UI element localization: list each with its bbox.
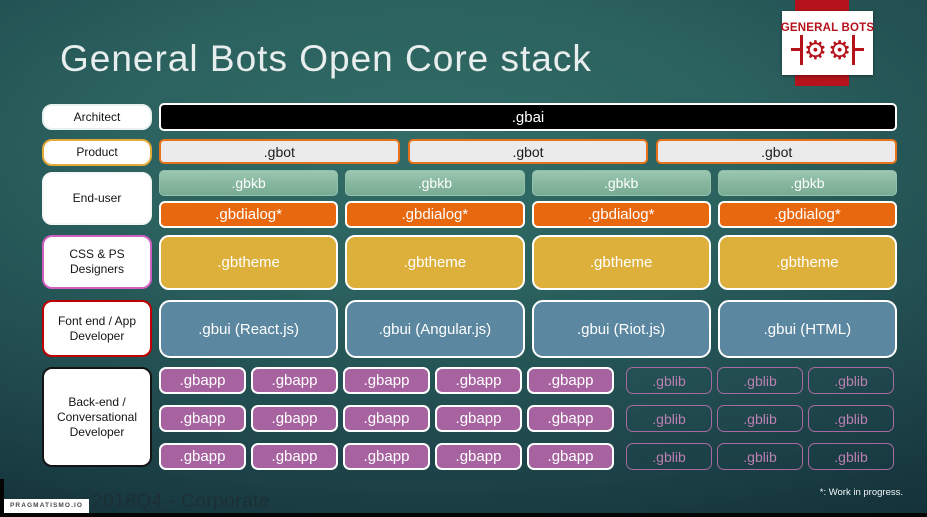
gbkb-box: .gbkb — [531, 170, 711, 196]
gbtheme-box: .gbtheme — [531, 235, 711, 290]
label-end-user: End-user — [42, 172, 152, 225]
gbdialog-box: .gbdialog* — [159, 201, 339, 228]
gbapp-box: .gbapp — [343, 405, 430, 432]
work-in-progress-note: *: Work in progress. — [819, 487, 903, 498]
row-gbkb: .gbkb .gbkb .gbkb .gbkb — [159, 170, 897, 196]
gbtheme-box: .gbtheme — [717, 235, 897, 290]
gbtheme-box: .gbtheme — [159, 235, 339, 290]
gbot-box: .gbot — [656, 139, 898, 164]
gbapp-box: .gbapp — [527, 405, 614, 432]
gbui-riot-box: .gbui (Riot.js) — [531, 300, 711, 358]
gblib-box: .gblib — [808, 367, 894, 394]
gear-icon: ⚙ — [803, 34, 827, 65]
row-backend-3: .gbapp .gbapp .gbapp .gbapp .gbapp .gbli… — [159, 443, 897, 470]
gbot-box: .gbot — [407, 139, 649, 164]
gbapp-box: .gbapp — [251, 405, 338, 432]
label-backend-conversational-developer: Back-end / Conversational Developer — [42, 367, 152, 467]
gbdialog-box: .gbdialog* — [531, 201, 711, 228]
gblib-box: .gblib — [626, 405, 712, 432]
gbapp-box: .gbapp — [159, 443, 246, 470]
row-gbtheme: .gbtheme .gbtheme .gbtheme .gbtheme — [159, 235, 897, 290]
label-frontend-app-developer: Font end / App Developer — [42, 300, 152, 357]
gbapp-box: .gbapp — [435, 405, 522, 432]
row-backend-2: .gbapp .gbapp .gbapp .gbapp .gbapp .gbli… — [159, 405, 897, 432]
label-css-ps-designers: CSS & PS Designers — [42, 235, 152, 289]
gbui-react-box: .gbui (React.js) — [159, 300, 339, 358]
gbui-html-box: .gbui (HTML) — [717, 300, 897, 358]
general-bots-logo: GENERAL BOTS ⚙ ⚙ — [780, 11, 875, 75]
slide: General Bots Open Core stack GENERAL BOT… — [0, 0, 927, 517]
gblib-box: .gblib — [626, 443, 712, 470]
gbui-angular-box: .gbui (Angular.js) — [345, 300, 525, 358]
gbapp-box: .gbapp — [251, 367, 338, 394]
gbot-box: .gbot — [159, 139, 400, 164]
gbkb-box: .gbkb — [159, 170, 339, 196]
gbapp-box: .gbapp — [159, 405, 246, 432]
gbapp-box: .gbapp — [343, 367, 430, 394]
gear-bar-right-icon — [852, 34, 865, 65]
gbapp-box: .gbapp — [435, 367, 522, 394]
gear-bar-left-icon — [790, 34, 803, 65]
gbdialog-box: .gbdialog* — [345, 201, 525, 228]
gblib-box: .gblib — [717, 367, 803, 394]
gbapp-box: .gbapp — [527, 443, 614, 470]
footer-caption: 2018Q4 - Corporate — [92, 491, 270, 512]
gbapp-box: .gbapp — [251, 443, 338, 470]
row-gbot: .gbot .gbot .gbot — [159, 139, 898, 164]
row-gbui: .gbui (React.js) .gbui (Angular.js) .gbu… — [159, 300, 897, 358]
gbapp-box: .gbapp — [527, 367, 614, 394]
row-backend-1: .gbapp .gbapp .gbapp .gbapp .gbapp .gbli… — [159, 367, 897, 394]
gbai-box: .gbai — [159, 103, 897, 131]
gblib-box: .gblib — [808, 443, 894, 470]
gblib-box: .gblib — [717, 405, 803, 432]
gblib-box: .gblib — [717, 443, 803, 470]
gbkb-box: .gbkb — [717, 170, 897, 196]
gblib-box: .gblib — [626, 367, 712, 394]
pragmatismo-badge: PRAGMATISMO.IO — [4, 499, 90, 513]
page-title: General Bots Open Core stack — [60, 38, 592, 79]
gbdialog-box: .gbdialog* — [717, 201, 897, 228]
row-gbai: .gbai — [159, 103, 897, 131]
gbtheme-box: .gbtheme — [345, 235, 525, 290]
gbapp-box: .gbapp — [435, 443, 522, 470]
gbapp-box: .gbapp — [343, 443, 430, 470]
gbkb-box: .gbkb — [345, 170, 525, 196]
label-architect: Architect — [42, 104, 152, 130]
gbapp-box: .gbapp — [159, 367, 246, 394]
gear-icon: ⚙ — [828, 34, 852, 65]
gblib-box: .gblib — [808, 405, 894, 432]
row-gbdialog: .gbdialog* .gbdialog* .gbdialog* .gbdial… — [159, 201, 897, 228]
gears-icon: ⚙ ⚙ — [790, 34, 865, 65]
label-product: Product — [42, 139, 152, 166]
logo-brand-text: GENERAL BOTS — [780, 21, 875, 34]
slide-edge — [0, 479, 4, 517]
